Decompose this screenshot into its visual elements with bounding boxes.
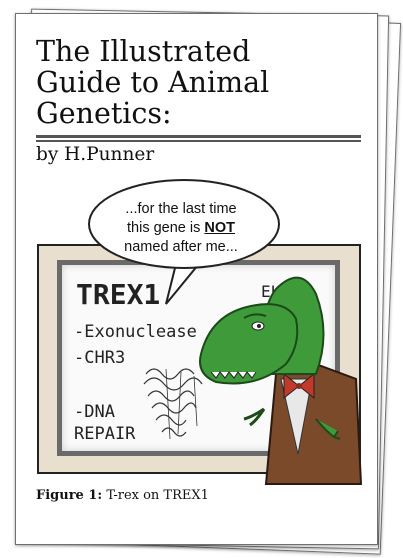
figure-label: Figure 1: [36,488,103,503]
speech-bubble-tail [165,262,201,305]
book-page: The Illustrated Guide to Animal Genetics… [15,13,378,545]
whiteboard-heading: TREX1 [76,278,160,311]
figure-caption-text: T-rex on TREX1 [106,488,209,503]
whiteboard-item-dna: -DNA [74,402,115,422]
whiteboard-item-repair: REPAIR [74,424,136,444]
speech-emphasis: NOT [204,220,235,236]
whiteboard-item-chr3: -CHR3 [74,348,125,368]
whiteboard-item-exonuclease: -Exonuclease [74,322,197,342]
speech-line-1: ...for the last time [125,201,237,217]
speech-line-3: named after me... [124,239,238,255]
speech-line-2-prefix: this gene is [127,220,205,236]
dna-scribble-drawing [143,368,203,440]
figure-caption: Figure 1: T-rex on TREX1 [36,488,209,503]
trex-character [199,276,363,485]
illustration-scene: TREX1 -Exonuclease -CHR3 -DNA REPAIR ELE… [74,179,363,485]
speech-bubble-text: ...for the last time this gene is NOT na… [111,200,251,257]
trex-arm [243,407,266,427]
